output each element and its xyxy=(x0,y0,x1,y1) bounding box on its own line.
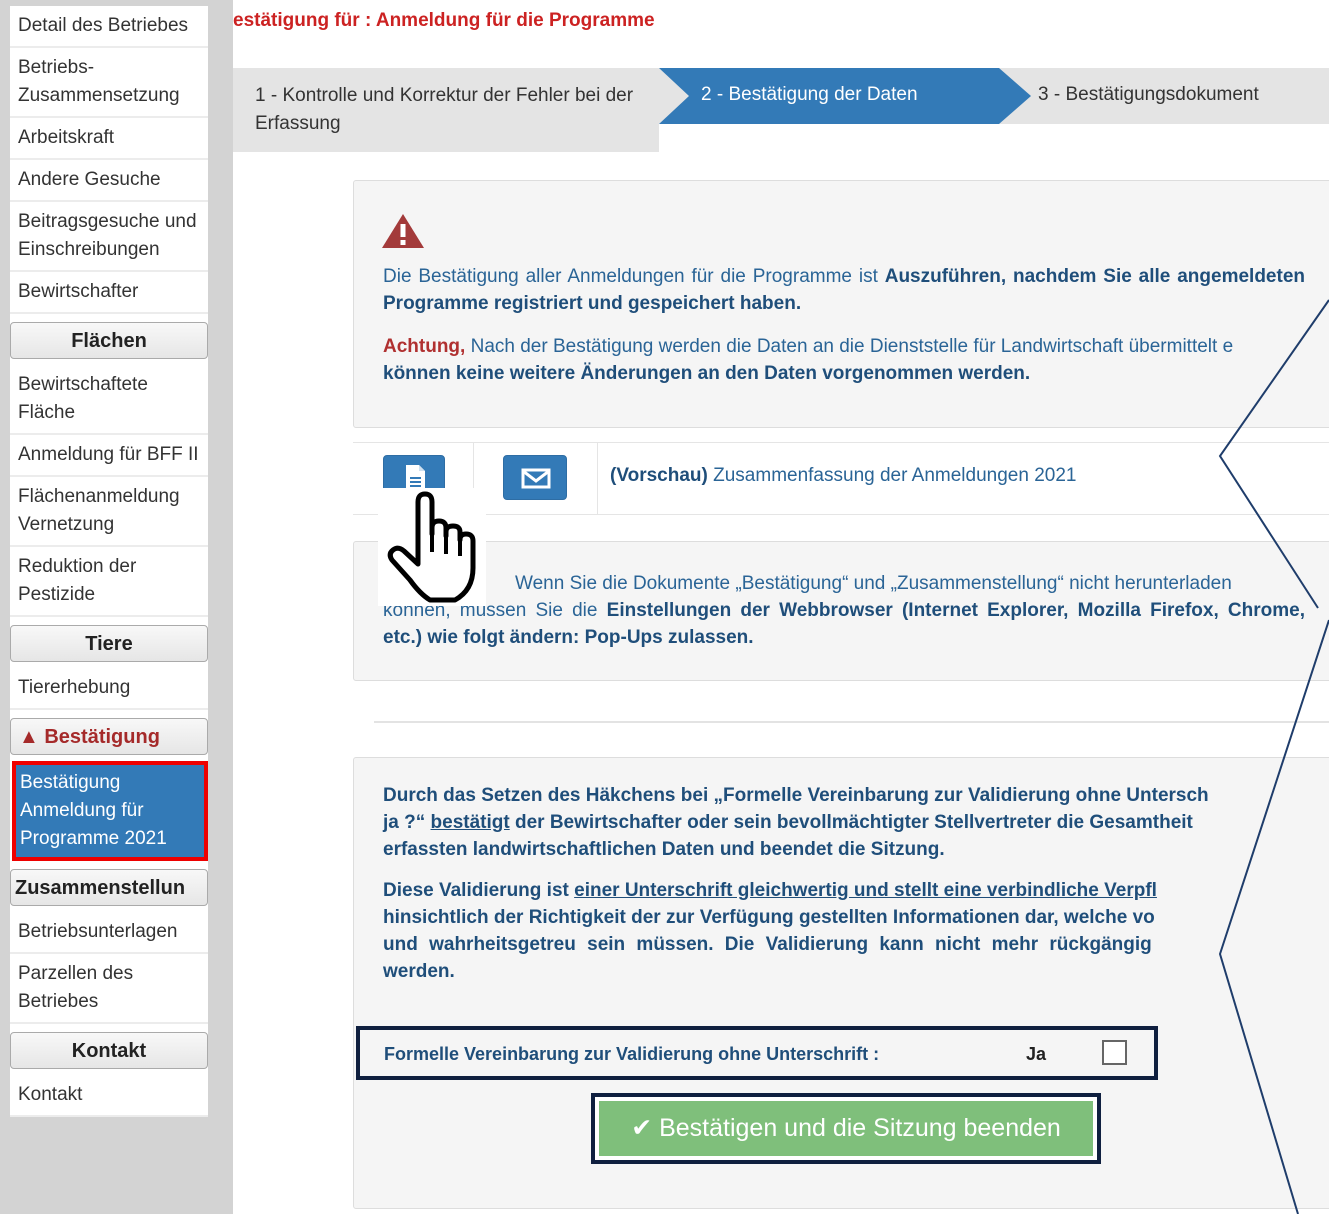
step-2-active[interactable]: 2 - Bestätigung der Daten xyxy=(659,68,1039,129)
hand-pointer-icon xyxy=(387,491,476,603)
formal-agreement-checkbox[interactable] xyxy=(1102,1040,1127,1065)
popup-text-1: Wenn Sie die Dokumente „Bestätigung“ und… xyxy=(515,573,1232,594)
nav-bestaetigung-anmeldung-active[interactable]: Bestätigung Anmeldung für Programme 2021 xyxy=(12,761,208,861)
step-1[interactable]: 1 - Kontrolle und Korrektur der Fehler b… xyxy=(233,68,659,152)
nav-betriebs-zusammensetzung[interactable]: Betriebs-Zusammensetzung xyxy=(10,48,208,118)
document-row: (Vorschau) Zusammenfassung der Anmeldung… xyxy=(353,442,1329,515)
validation-text-2: ja ?“ bestätigt der Bewirtschafter oder … xyxy=(383,812,1193,833)
section-bestaetigung[interactable]: ▲ Bestätigung xyxy=(10,718,208,755)
check-icon: ✔ xyxy=(631,1114,653,1142)
summary-link[interactable]: (Vorschau) Zusammenfassung der Anmeldung… xyxy=(610,465,1076,487)
email-document-button[interactable] xyxy=(503,455,567,500)
step-2-label: 2 - Bestätigung der Daten xyxy=(701,84,918,105)
page-title: estätigung für : Anmeldung für die Progr… xyxy=(233,10,655,31)
section-tiere[interactable]: Tiere xyxy=(10,625,208,662)
nav-bewirtschafter[interactable]: Bewirtschafter xyxy=(10,272,208,314)
nav-bewirtschaftete-flaeche[interactable]: Bewirtschaftete Fläche xyxy=(10,365,208,435)
confirm-button-frame: ✔ Bestätigen und die Sitzung beenden xyxy=(591,1093,1101,1164)
info-text-2: Achtung, Nach der Bestätigung werden die… xyxy=(383,336,1234,357)
validation-text-7: werden. xyxy=(383,961,455,982)
sidebar: Detail des Betriebes Betriebs-Zusammenset… xyxy=(0,0,233,1214)
info-panel: Die Bestätigung aller Anmeldungen für di… xyxy=(353,180,1329,428)
warning-icon: ▲ xyxy=(19,726,39,748)
nav-betriebsunterlagen[interactable]: Betriebsunterlagen xyxy=(10,912,208,954)
validation-text-4: Diese Validierung ist einer Unterschrift… xyxy=(383,880,1157,901)
nav-andere-gesuche[interactable]: Andere Gesuche xyxy=(10,160,208,202)
nav-tiererhebung[interactable]: Tiererhebung xyxy=(10,668,208,710)
validation-text-6: und wahrheitsgetreu sein müssen. Die Val… xyxy=(383,934,1152,955)
sidebar-nav: Detail des Betriebes Betriebs-Zusammenset… xyxy=(10,6,208,1117)
section-divider xyxy=(374,721,1329,723)
nav-detail-des-betriebes[interactable]: Detail des Betriebes xyxy=(10,6,208,48)
validation-text-5: hinsichtlich der Richtigkeit der zur Ver… xyxy=(383,907,1155,928)
nav-anmeldung-bff[interactable]: Anmeldung für BFF II xyxy=(10,435,208,477)
step-3-label[interactable]: 3 - Bestätigungsdokument xyxy=(1038,84,1259,106)
step-1-label: 1 - Kontrolle und Korrektur der Fehler b… xyxy=(255,85,634,134)
confirm-end-session-button[interactable]: ✔ Bestätigen und die Sitzung beenden xyxy=(599,1101,1093,1156)
wizard-steps: 1 - Kontrolle und Korrektur der Fehler b… xyxy=(233,68,1329,152)
section-bestaetigung-label: Bestätigung xyxy=(44,726,160,748)
validation-text-1: Durch das Setzen des Häkchens bei „Forme… xyxy=(383,785,1209,806)
nav-reduktion-pestizide[interactable]: Reduktion der Pestizide xyxy=(10,547,208,617)
validation-text-3: erfassten landwirtschaftlichen Daten und… xyxy=(383,839,945,860)
hand-cursor-overlay xyxy=(378,488,486,606)
formal-agreement-row: Formelle Vereinbarung zur Validierung oh… xyxy=(356,1026,1158,1080)
warning-triangle-icon xyxy=(382,214,424,248)
section-kontakt[interactable]: Kontakt xyxy=(10,1032,208,1069)
row-divider xyxy=(597,443,598,514)
callout-lines xyxy=(1218,299,1329,1214)
nav-arbeitskraft[interactable]: Arbeitskraft xyxy=(10,118,208,160)
section-flaechen[interactable]: Flächen xyxy=(10,322,208,359)
formal-agreement-label: Formelle Vereinbarung zur Validierung oh… xyxy=(384,1044,880,1064)
nav-parzellen[interactable]: Parzellen des Betriebes xyxy=(10,954,208,1024)
envelope-icon xyxy=(521,468,551,489)
nav-kontakt[interactable]: Kontakt xyxy=(10,1075,208,1117)
nav-flaechenanmeldung[interactable]: Flächenanmeldung Vernetzung xyxy=(10,477,208,547)
section-zusammenstellung[interactable]: Zusammenstellun xyxy=(10,869,208,906)
ja-label: Ja xyxy=(1026,1044,1047,1064)
info-text-3: können keine weitere Änderungen an den D… xyxy=(383,363,1031,384)
popup-info-panel: Wenn Sie die Dokumente „Bestätigung“ und… xyxy=(353,541,1329,681)
info-text-1: Die Bestätigung aller Anmeldungen für di… xyxy=(383,266,1305,314)
nav-beitragsgesuche[interactable]: Beitragsgesuche und Einschreibungen xyxy=(10,202,208,272)
confirm-button-label: Bestätigen und die Sitzung beenden xyxy=(659,1114,1061,1142)
popup-text-2: können, müssen Sie die Einstellungen der… xyxy=(383,600,1305,648)
